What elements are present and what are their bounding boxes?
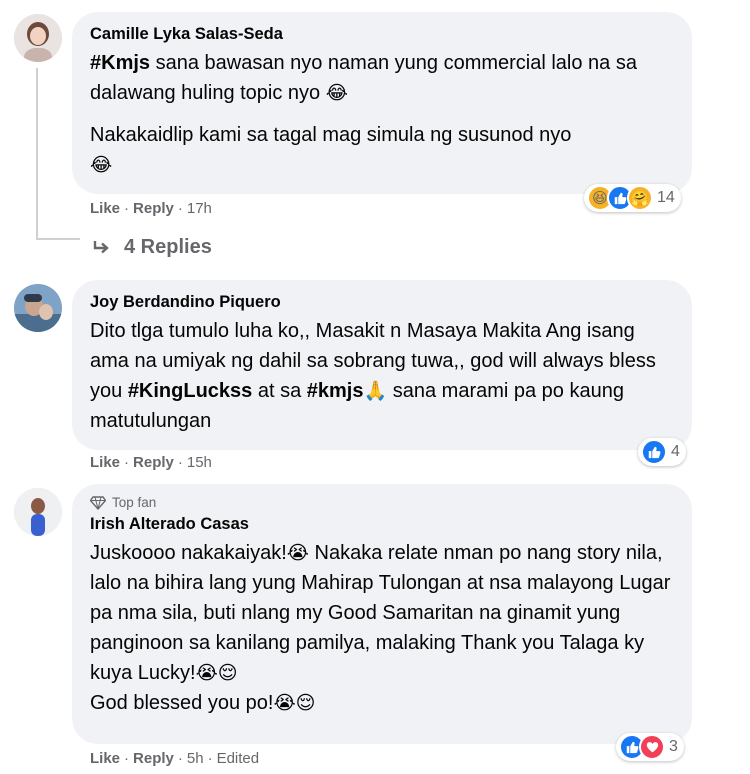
replies-count-label: 4 Replies	[124, 236, 212, 258]
comment-bubble: Joy Berdandino Piquero Dito tlga tumulo …	[72, 280, 692, 450]
separator-dot: ·	[124, 750, 130, 767]
avatar-image-icon	[14, 284, 62, 332]
hashtag-link[interactable]: #Kmjs	[90, 52, 150, 74]
diamond-icon	[90, 496, 106, 510]
reply-button[interactable]: Reply	[133, 454, 174, 471]
care-reaction-icon: 🤗	[627, 185, 653, 211]
reaction-summary[interactable]: 😆 🤗 14	[584, 184, 681, 212]
comment-author[interactable]: Irish Alterado Casas	[90, 514, 674, 534]
comment-text: Juskoooo nakakaiyak!😭 Nakaka relate nman…	[90, 538, 674, 718]
reaction-count: 3	[669, 738, 678, 755]
separator-dot: ·	[177, 454, 183, 471]
crying-relieved-emoji-icon: 😭😌	[273, 692, 316, 714]
separator-dot: ·	[124, 200, 130, 217]
reaction-summary[interactable]: 4	[638, 438, 686, 466]
laughing-emoji-icon: 😂	[325, 82, 348, 104]
comment-text: Dito tlga tumulo luha ko,, Masakit n Mas…	[90, 316, 674, 436]
reply-arrow-icon	[93, 240, 109, 253]
avatar-image-icon	[14, 488, 62, 536]
comment-bubble: Camille Lyka Salas-Seda #Kmjs sana bawas…	[72, 12, 692, 194]
comment-actions: Like · Reply · 5h · Edited	[90, 750, 259, 767]
comment-text-segment: Nakakaidlip kami sa tagal mag simula ng …	[90, 124, 572, 146]
hashtag-link[interactable]: #kmjs	[307, 380, 364, 402]
reply-button[interactable]: Reply	[133, 750, 174, 767]
thread-line-curve	[36, 238, 80, 240]
comment-actions: Like · Reply · 15h	[90, 454, 212, 471]
badge-label: Top fan	[112, 495, 157, 510]
like-button[interactable]: Like	[90, 750, 120, 767]
reaction-count: 14	[657, 189, 675, 206]
comment-author[interactable]: Camille Lyka Salas-Seda	[90, 24, 674, 44]
thread-line-vertical	[36, 68, 38, 240]
comment-text: #Kmjs sana bawasan nyo naman yung commer…	[90, 48, 674, 180]
avatar-image-icon	[14, 14, 62, 62]
hashtag-link[interactable]: #KingLuckss	[128, 380, 252, 402]
praying-hands-emoji-icon: 🙏	[363, 380, 388, 402]
crying-emoji-icon: 😭	[286, 542, 309, 564]
comment-timestamp[interactable]: 5h	[187, 750, 204, 767]
view-replies-button[interactable]: 4 Replies	[92, 236, 212, 259]
comment-bubble: Top fan Irish Alterado Casas Juskoooo na…	[72, 484, 692, 744]
like-button[interactable]: Like	[90, 200, 120, 217]
edited-label: Edited	[216, 750, 260, 767]
avatar[interactable]	[14, 488, 62, 536]
reaction-summary[interactable]: 3	[616, 733, 684, 761]
like-reaction-icon	[641, 439, 667, 465]
comment-text-segment: at sa	[252, 380, 307, 402]
love-reaction-icon	[639, 734, 665, 760]
laughing-emoji-icon: 😂	[90, 154, 113, 176]
separator-dot: ·	[177, 200, 183, 217]
comment-timestamp[interactable]: 17h	[187, 200, 212, 217]
comment-text-segment: Juskoooo nakakaiyak!	[90, 542, 287, 564]
crying-relieved-emoji-icon: 😭😌	[195, 662, 238, 684]
top-fan-badge: Top fan	[90, 494, 674, 512]
avatar[interactable]	[14, 284, 62, 332]
reply-button[interactable]: Reply	[133, 200, 174, 217]
comment-timestamp[interactable]: 15h	[187, 454, 212, 471]
reaction-count: 4	[671, 443, 680, 460]
separator-dot: ·	[177, 750, 183, 767]
comment-text-segment: God blessed you po!	[90, 692, 274, 714]
comment-text-segment: sana bawasan nyo naman yung commercial l…	[90, 52, 637, 104]
comment-actions: Like · Reply · 17h	[90, 200, 212, 217]
avatar[interactable]	[14, 14, 62, 62]
separator-dot: ·	[207, 750, 213, 767]
separator-dot: ·	[124, 454, 130, 471]
comment-author[interactable]: Joy Berdandino Piquero	[90, 292, 674, 312]
like-button[interactable]: Like	[90, 454, 120, 471]
